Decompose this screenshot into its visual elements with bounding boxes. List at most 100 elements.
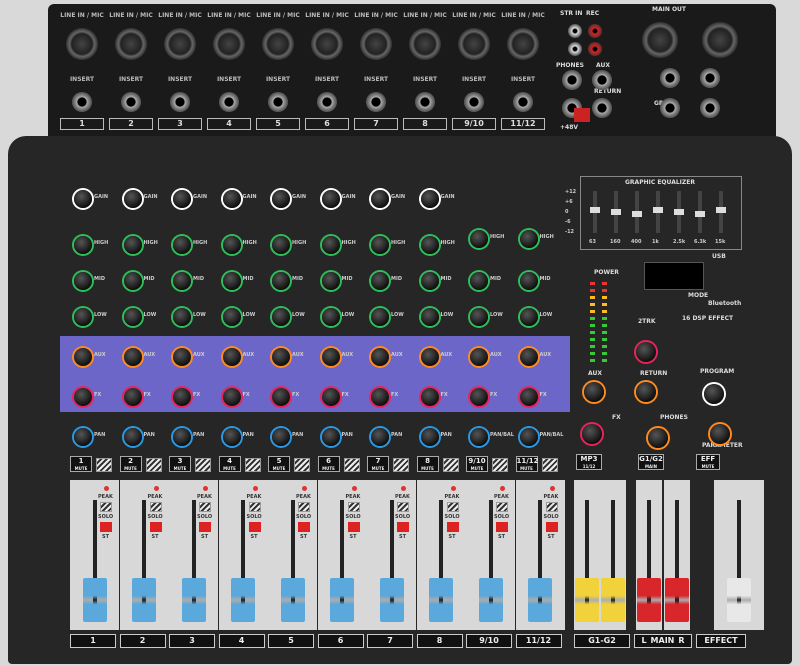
pan-knob[interactable] <box>470 428 488 446</box>
assign-button[interactable] <box>393 458 409 472</box>
low-knob[interactable] <box>470 308 488 326</box>
low-knob[interactable] <box>74 308 92 326</box>
solo-button[interactable] <box>397 502 409 512</box>
pan-knob[interactable] <box>371 428 389 446</box>
gain-knob[interactable] <box>173 190 191 208</box>
mute-button-3[interactable]: 3 MUTE <box>169 456 191 472</box>
pan-knob[interactable] <box>321 428 340 446</box>
fader-cap[interactable] <box>82 578 107 622</box>
fx-knob[interactable] <box>272 388 290 406</box>
aux-knob[interactable] <box>470 348 488 366</box>
fader-cap[interactable] <box>132 578 156 622</box>
fx-knob[interactable] <box>74 388 92 406</box>
mid-knob[interactable] <box>519 272 538 290</box>
aux-knob[interactable] <box>371 348 389 366</box>
mute-button-7[interactable]: 7 MUTE <box>367 456 389 472</box>
rca-jack[interactable] <box>588 24 602 38</box>
group-jack[interactable] <box>700 98 720 118</box>
gain-knob[interactable] <box>123 190 142 208</box>
mid-knob[interactable] <box>222 272 241 290</box>
aux-knob[interactable] <box>321 348 340 366</box>
aux-knob[interactable] <box>272 348 290 366</box>
mid-knob[interactable] <box>74 272 92 290</box>
solo-button[interactable] <box>248 502 261 512</box>
solo-button[interactable] <box>545 502 558 512</box>
st-button[interactable] <box>545 522 558 532</box>
assign-button[interactable] <box>145 458 162 472</box>
gain-knob[interactable] <box>371 190 389 208</box>
fader-cap[interactable] <box>637 578 661 622</box>
fx-knob[interactable] <box>222 388 241 406</box>
fader-cap[interactable] <box>280 578 305 622</box>
eq-knob[interactable] <box>420 236 439 254</box>
mute-button-1[interactable]: 1 MUTE <box>70 456 92 472</box>
st-button[interactable] <box>149 522 162 532</box>
assign-button[interactable] <box>343 458 360 472</box>
geq-slider-cap[interactable] <box>695 211 705 217</box>
assign-button[interactable] <box>442 458 459 472</box>
solo-button[interactable] <box>496 502 508 512</box>
rear-jack[interactable] <box>592 70 612 90</box>
low-knob[interactable] <box>371 308 389 326</box>
assign-button[interactable] <box>96 458 112 472</box>
gain-knob[interactable] <box>420 190 439 208</box>
solo-button[interactable] <box>199 502 211 512</box>
st-button[interactable] <box>347 522 360 532</box>
geq-slider-cap[interactable] <box>653 207 663 213</box>
fader-cap[interactable] <box>181 578 206 622</box>
fader-cap[interactable] <box>330 578 354 622</box>
st-button[interactable] <box>298 522 310 532</box>
mid-knob[interactable] <box>321 272 340 290</box>
eq-knob[interactable] <box>519 230 538 248</box>
program-knob[interactable] <box>704 384 724 404</box>
low-knob[interactable] <box>173 308 191 326</box>
aux-master-knob[interactable] <box>584 382 604 402</box>
group-jack[interactable] <box>660 68 680 88</box>
assign-button[interactable] <box>541 458 558 472</box>
solo-button[interactable] <box>446 502 459 512</box>
low-knob[interactable] <box>420 308 439 326</box>
pan-knob[interactable] <box>74 428 92 446</box>
geq-slider-cap[interactable] <box>674 209 684 215</box>
st-button[interactable] <box>199 522 211 532</box>
st-button[interactable] <box>248 522 261 532</box>
st-button[interactable] <box>496 522 508 532</box>
assign-button[interactable] <box>492 458 508 472</box>
main-out-xlr[interactable] <box>642 22 678 58</box>
low-knob[interactable] <box>519 308 538 326</box>
fx-knob[interactable] <box>420 388 439 406</box>
group-jack[interactable] <box>700 68 720 88</box>
mute-button-6[interactable]: 6 MUTE <box>317 456 340 472</box>
mute-button-4[interactable]: 4 MUTE <box>218 456 241 472</box>
geq-slider-cap[interactable] <box>611 209 621 215</box>
aux-knob[interactable] <box>420 348 439 366</box>
rca-jack[interactable] <box>588 42 602 56</box>
low-knob[interactable] <box>222 308 241 326</box>
assign-button[interactable] <box>195 458 211 472</box>
mid-knob[interactable] <box>173 272 191 290</box>
low-knob[interactable] <box>123 308 142 326</box>
assign-button[interactable] <box>294 458 310 472</box>
phones-knob[interactable] <box>648 428 668 448</box>
mid-knob[interactable] <box>371 272 389 290</box>
main-out-xlr[interactable] <box>702 22 738 58</box>
eq-knob[interactable] <box>470 230 488 248</box>
pan-knob[interactable] <box>420 428 439 446</box>
mute-button-2[interactable]: 2 MUTE <box>119 456 142 472</box>
mute-button-9[interactable]: 9/10 MUTE <box>466 456 488 472</box>
mid-knob[interactable] <box>123 272 142 290</box>
mid-knob[interactable] <box>420 272 439 290</box>
aux-knob[interactable] <box>74 348 92 366</box>
mute-button-10[interactable]: 11/12 MUTE <box>515 456 539 472</box>
fader-cap[interactable] <box>665 578 689 622</box>
eff-mute-button[interactable]: EFF MUTE <box>696 454 720 470</box>
pan-knob[interactable] <box>222 428 241 446</box>
fx-return-knob[interactable] <box>582 424 602 444</box>
fader-cap[interactable] <box>528 578 552 622</box>
eq-knob[interactable] <box>321 236 340 254</box>
pan-knob[interactable] <box>123 428 142 446</box>
geq-slider-cap[interactable] <box>632 211 642 217</box>
solo-button[interactable] <box>298 502 310 512</box>
fader-cap[interactable] <box>575 578 599 622</box>
st-button[interactable] <box>397 522 409 532</box>
